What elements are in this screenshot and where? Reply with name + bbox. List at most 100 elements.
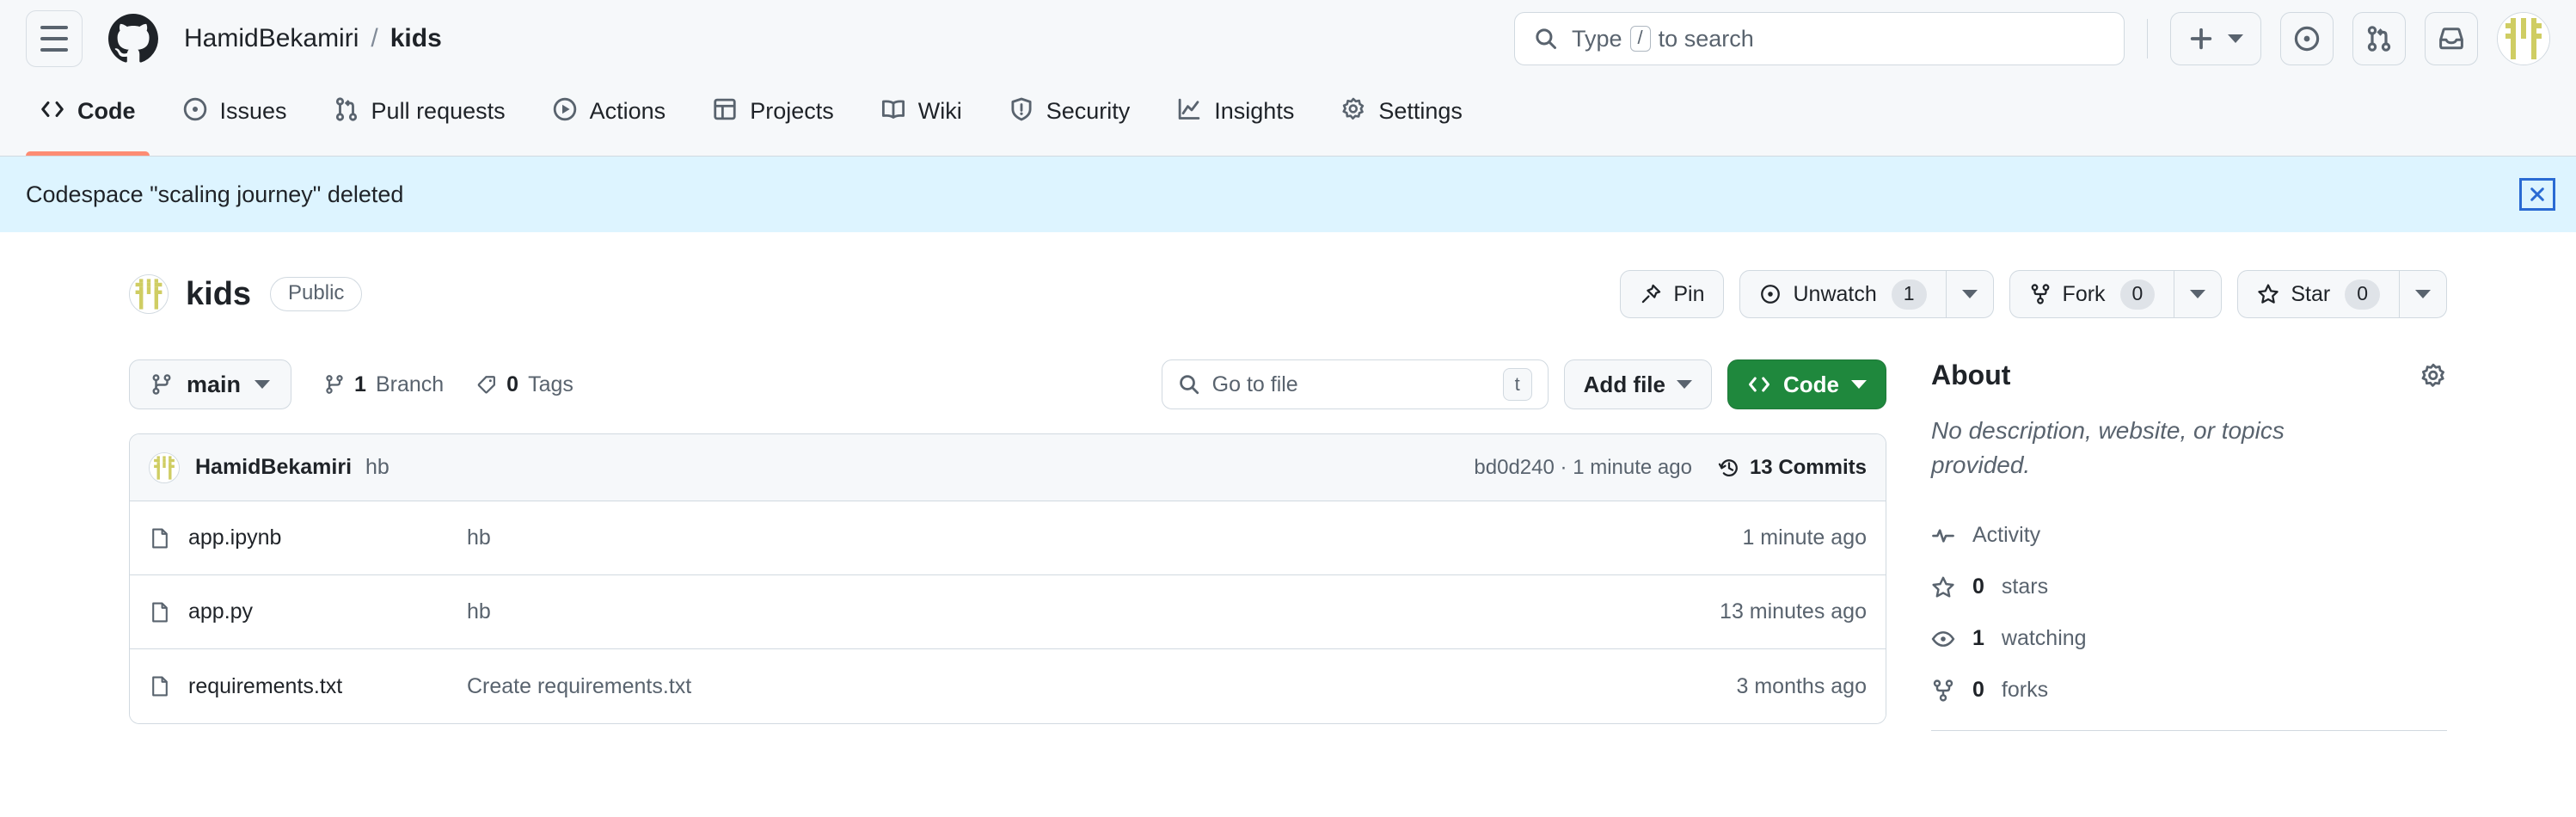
commit-sha: bd0d240 [1474, 455, 1555, 479]
star-count: 0 [2345, 279, 2380, 310]
about-stats-list: Activity 0 stars 1 watching 0 forks [1931, 510, 2447, 716]
file-icon [149, 525, 171, 551]
fork-label: Fork [2062, 281, 2106, 306]
edit-repository-metadata-button[interactable] [2420, 362, 2447, 390]
tag-count-link[interactable]: 0 Tags [476, 372, 573, 397]
star-icon [2257, 283, 2279, 305]
code-download-button[interactable]: Code [1727, 359, 1886, 409]
search-placeholder: Type / to search [1572, 26, 1754, 52]
header-actions: Type / to search [1514, 12, 2550, 65]
activity-link[interactable]: Activity [1931, 510, 2447, 562]
branch-count: 1 [354, 372, 366, 396]
go-to-file-input[interactable]: Go to file t [1161, 359, 1549, 409]
watch-dropdown-button[interactable] [1945, 270, 1994, 318]
about-description: No description, website, or topics provi… [1931, 417, 2285, 478]
commit-author-name[interactable]: HamidBekamiri [195, 455, 352, 480]
file-name-cell: app.py [149, 599, 467, 625]
tab-pull-requests[interactable]: Pull requests [320, 77, 519, 156]
table-row[interactable]: requirements.txt Create requirements.txt… [130, 649, 1886, 723]
file-age: 1 minute ago [1742, 525, 1867, 550]
commit-sha-and-age[interactable]: bd0d240 · 1 minute ago [1474, 456, 1692, 480]
file-list-table: HamidBekamiri hb bd0d240 · 1 minute ago [129, 433, 1886, 724]
tab-issues[interactable]: Issues [169, 77, 301, 156]
file-commit-message[interactable]: hb [467, 525, 1742, 550]
watching-link[interactable]: 1 watching [1931, 613, 2447, 665]
git-pull-request-icon [2365, 25, 2393, 52]
pin-button[interactable]: Pin [1620, 270, 1725, 318]
table-row[interactable]: app.ipynb hb 1 minute ago [130, 501, 1886, 575]
file-name-cell: requirements.txt [149, 673, 467, 699]
tag-icon [476, 374, 497, 395]
repository-content: main 1 Branch 0 Tags Go to file t Add fi… [129, 359, 2447, 731]
repository-owner-avatar[interactable] [129, 274, 169, 314]
tab-wiki[interactable]: Wiki [867, 77, 976, 156]
watch-count: 1 [1891, 279, 1927, 310]
stars-link[interactable]: 0 stars [1931, 562, 2447, 613]
table-row[interactable]: app.py hb 13 minutes ago [130, 575, 1886, 649]
about-sidebar: About No description, website, or topics… [1931, 359, 2447, 731]
breadcrumb: HamidBekamiri / kids [184, 24, 442, 53]
unwatch-button[interactable]: Unwatch 1 [1739, 270, 1946, 318]
watching-label: watching [2001, 626, 2087, 650]
file-commit-message[interactable]: hb [467, 599, 1720, 624]
pin-label: Pin [1673, 281, 1705, 306]
tab-security[interactable]: Security [995, 77, 1144, 156]
search-icon [1534, 27, 1558, 51]
issues-button[interactable] [2280, 12, 2334, 65]
chevron-down-icon [2190, 290, 2206, 298]
tab-pull-requests-label: Pull requests [371, 98, 506, 124]
page-title[interactable]: kids [186, 276, 251, 313]
file-name[interactable]: requirements.txt [188, 674, 342, 699]
git-pull-request-icon [334, 96, 359, 122]
tab-settings-label: Settings [1378, 98, 1463, 124]
commit-message[interactable]: hb [365, 455, 389, 480]
commit-author-avatar[interactable] [149, 452, 180, 483]
fork-button[interactable]: Fork 0 [2009, 270, 2174, 318]
breadcrumb-separator: / [371, 24, 378, 52]
fork-icon [1931, 679, 1955, 703]
file-name[interactable]: app.ipynb [188, 525, 281, 550]
breadcrumb-repo[interactable]: kids [390, 24, 442, 53]
commit-age: 1 minute ago [1573, 455, 1692, 479]
add-file-button[interactable]: Add file [1563, 359, 1712, 409]
file-name[interactable]: app.py [188, 599, 253, 624]
create-new-button[interactable] [2170, 12, 2261, 65]
header-divider [2147, 19, 2148, 58]
code-icon [1747, 372, 1771, 396]
notifications-inbox-button[interactable] [2425, 12, 2478, 65]
book-icon [880, 96, 906, 122]
tab-code[interactable]: Code [26, 77, 150, 156]
branch-count-link[interactable]: 1 Branch [324, 372, 444, 397]
pull-requests-button[interactable] [2352, 12, 2406, 65]
branch-selector-button[interactable]: main [129, 359, 292, 409]
breadcrumb-owner[interactable]: HamidBekamiri [184, 24, 359, 53]
user-avatar[interactable] [2497, 12, 2550, 65]
forks-link[interactable]: 0 forks [1931, 665, 2447, 716]
latest-commit-bar: HamidBekamiri hb bd0d240 · 1 minute ago [130, 434, 1886, 501]
global-header: HamidBekamiri / kids Type / to search [0, 0, 2576, 77]
inbox-icon [2438, 25, 2465, 52]
fork-icon [2029, 283, 2052, 305]
tab-insights[interactable]: Insights [1162, 77, 1308, 156]
tag-count: 0 [506, 372, 519, 396]
add-file-label: Add file [1583, 371, 1665, 397]
banner-close-button[interactable] [2519, 178, 2555, 211]
banner-message: Codespace "scaling journey" deleted [26, 181, 404, 207]
global-nav-menu-button[interactable] [26, 10, 83, 67]
tab-actions-label: Actions [589, 98, 666, 124]
search-placeholder-prefix: Type [1572, 25, 1622, 52]
search-slash-key: / [1629, 26, 1651, 52]
star-dropdown-button[interactable] [2399, 270, 2447, 318]
eye-icon [1931, 627, 1955, 651]
codespace-deleted-banner: Codespace "scaling journey" deleted [0, 157, 2576, 232]
file-commit-message[interactable]: Create requirements.txt [467, 674, 1737, 699]
fork-dropdown-button[interactable] [2174, 270, 2223, 318]
tab-actions[interactable]: Actions [538, 77, 680, 156]
star-button[interactable]: Star 0 [2237, 270, 2399, 318]
commits-count-link[interactable]: 13 Commits [1718, 456, 1867, 480]
github-logo-icon[interactable] [108, 14, 158, 64]
tab-projects[interactable]: Projects [698, 77, 848, 156]
global-search-input[interactable]: Type / to search [1514, 12, 2125, 65]
tab-settings[interactable]: Settings [1327, 77, 1476, 156]
tab-code-label: Code [77, 98, 136, 124]
